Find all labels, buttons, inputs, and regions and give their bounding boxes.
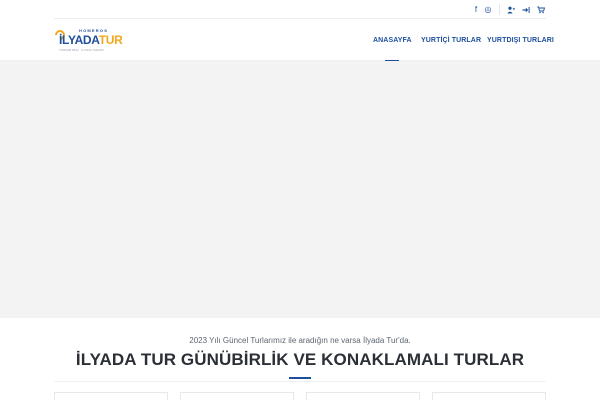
tour-card[interactable]	[432, 392, 546, 400]
logo-wordmark-part-1: İLYADA	[59, 33, 99, 47]
user-add-icon[interactable]	[505, 4, 517, 15]
top-utility-bar: f ◎	[0, 0, 600, 19]
tour-card[interactable]	[180, 392, 294, 400]
site-header: HOMEROS İLYADATUR TÜRSAB 8442 · İLYADA T…	[0, 19, 600, 62]
nav-item-yurtdisi-turlari[interactable]: YURTDIŞI TURLARI	[487, 19, 554, 61]
cart-icon[interactable]	[535, 4, 547, 15]
logo-wordmark-part-2: TUR	[98, 33, 123, 47]
hero-slider[interactable]	[0, 61, 600, 318]
login-icon[interactable]	[520, 4, 532, 15]
section-divider	[54, 381, 546, 382]
tour-card[interactable]	[306, 392, 420, 400]
nav-item-label: YURTİÇİ TURLAR	[421, 36, 482, 44]
topbar-divider	[499, 4, 500, 15]
nav-item-anasayfa[interactable]: ANASAYFA	[373, 19, 412, 62]
page: f ◎ HOMEROS İLYADATUR TÜRSAB 8442 · İLYA…	[0, 0, 600, 400]
site-logo[interactable]: HOMEROS İLYADATUR TÜRSAB 8442 · İLYADA T…	[52, 27, 123, 53]
logo-wordmark: İLYADATUR	[59, 33, 123, 47]
nav-item-label: ANASAYFA	[373, 36, 412, 44]
intro-subtitle: 2023 Yılı Güncel Turlarımız ile aradığın…	[189, 336, 411, 345]
facebook-icon[interactable]: f	[470, 4, 482, 15]
instagram-icon[interactable]: ◎	[482, 4, 494, 15]
title-underline	[289, 377, 311, 379]
intro-title: İLYADA TUR GÜNÜBİRLİK VE KONAKLAMALI TUR…	[75, 350, 525, 369]
nav-item-yurtici-turlar[interactable]: YURTİÇİ TURLAR	[421, 19, 481, 61]
logo-tagline: TÜRSAB 8442 · İLYADA TURİZM	[59, 48, 104, 52]
nav-item-label: YURTDIŞI TURLARI	[487, 36, 554, 44]
tour-card[interactable]	[54, 392, 168, 400]
